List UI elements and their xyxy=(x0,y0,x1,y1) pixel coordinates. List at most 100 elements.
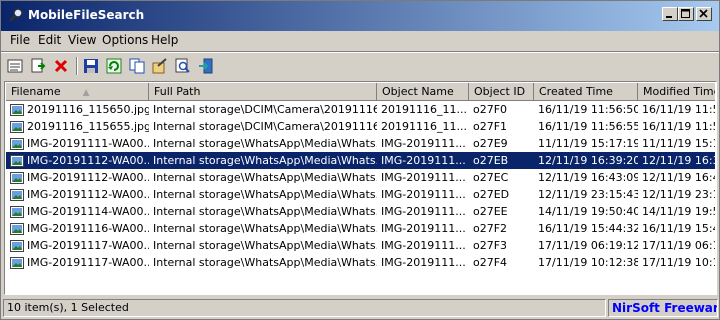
status-brand-link[interactable]: NirSoft Freeware xyxy=(608,299,718,317)
menu-help[interactable]: Help xyxy=(151,33,178,47)
column-header-filename[interactable]: Filename ▲ xyxy=(6,83,149,101)
cell-created: 11/11/19 15:17:19 xyxy=(538,137,638,150)
cell-modified: 16/11/19 11:56 xyxy=(642,120,715,133)
save-button[interactable] xyxy=(81,56,101,76)
cell-path: Internal storage\WhatsApp\Media\Whats... xyxy=(153,256,377,269)
options-icon xyxy=(152,58,167,74)
cell-filename: IMG-20191116-WA00... xyxy=(6,220,149,237)
cell-object-name: IMG-2019111... xyxy=(377,152,469,169)
column-header-object-id[interactable]: Object ID xyxy=(469,83,534,101)
cell-object-name: IMG-2019111... xyxy=(381,239,466,252)
table-row[interactable]: IMG-20191114-WA00... Internal storage\Wha… xyxy=(6,203,715,220)
image-file-icon xyxy=(10,240,24,252)
cell-created: 16/11/19 15:44:32 xyxy=(538,222,638,235)
table-row[interactable]: IMG-20191116-WA00... Internal storage\Wha… xyxy=(6,220,715,237)
export-icon xyxy=(31,58,46,73)
cell-created: 12/11/19 23:15:43 xyxy=(538,188,638,201)
image-file-icon xyxy=(10,155,24,167)
cell-modified: 16/11/19 11:56 xyxy=(642,103,715,116)
app-magnifier-icon xyxy=(8,7,24,23)
status-item-count: 10 item(s), 1 Selected xyxy=(3,299,606,317)
cell-path: Internal storage\WhatsApp\Media\Whats... xyxy=(153,171,377,184)
image-file-icon xyxy=(10,172,24,184)
properties-icon xyxy=(7,59,23,73)
title-bar[interactable]: MobileFileSearch xyxy=(1,1,719,31)
table-row[interactable]: IMG-20191112-WA00... Internal storage\Wha… xyxy=(6,152,715,169)
cell-filename: IMG-20191111-WA00... xyxy=(6,135,149,152)
cell-filename: 20191116_115655.jpg xyxy=(6,118,149,135)
cell-filename: IMG-20191112-WA00... xyxy=(6,186,149,203)
cell-object-id: o27ED xyxy=(473,188,510,201)
copy-icon xyxy=(129,58,145,74)
app-window: MobileFileSearch File Edit View Options … xyxy=(0,0,720,320)
save-icon xyxy=(84,59,98,73)
cell-created: 17/11/19 06:19:12 xyxy=(538,239,638,252)
file-list[interactable]: Filename ▲ Full Path Object Name Object I… xyxy=(4,81,717,295)
cell-object-name: IMG-2019111... xyxy=(381,205,466,218)
cell-object-id: o27F0 xyxy=(473,103,508,116)
cell-path: Internal storage\WhatsApp\Media\Whats... xyxy=(153,188,377,201)
list-header: Filename ▲ Full Path Object Name Object I… xyxy=(6,83,715,101)
cell-object-name: 20191116_11... xyxy=(381,120,467,133)
table-row[interactable]: 20191116_115650.jpg Internal storage\DCIM… xyxy=(6,101,715,118)
menu-file[interactable]: File xyxy=(10,33,30,47)
cell-modified: 17/11/19 06:19 xyxy=(642,239,715,252)
cell-object-name: IMG-2019111... xyxy=(381,188,466,201)
delete-button[interactable] xyxy=(51,56,71,76)
sort-ascending-icon: ▲ xyxy=(82,88,90,98)
cell-object-id: o27F2 xyxy=(473,222,508,235)
cell-object-name: IMG-2019111... xyxy=(381,222,466,235)
minimize-button[interactable] xyxy=(662,7,678,21)
copy-button[interactable] xyxy=(127,56,147,76)
cell-object-id: o27EE xyxy=(473,205,508,218)
close-button[interactable] xyxy=(696,7,712,21)
exit-button[interactable] xyxy=(196,56,216,76)
find-icon xyxy=(175,58,190,73)
table-row[interactable]: 20191116_115655.jpg Internal storage\DCIM… xyxy=(6,118,715,135)
toolbar xyxy=(1,53,719,79)
table-row[interactable]: IMG-20191112-WA00... Internal storage\Wha… xyxy=(6,169,715,186)
status-bar: 10 item(s), 1 Selected NirSoft Freeware xyxy=(1,297,719,319)
cell-modified: 11/11/19 15:17 xyxy=(642,137,715,150)
table-row[interactable]: IMG-20191117-WA00... Internal storage\Wha… xyxy=(6,254,715,271)
cell-modified: 14/11/19 19:50 xyxy=(642,205,715,218)
cell-modified: 12/11/19 23:15 xyxy=(642,188,715,201)
options-button[interactable] xyxy=(150,56,170,76)
cell-modified: 17/11/19 10:12 xyxy=(642,256,715,269)
delete-icon xyxy=(54,59,68,73)
properties-button[interactable] xyxy=(5,56,25,76)
cell-created: 16/11/19 11:56:50 xyxy=(538,103,638,116)
minimize-icon xyxy=(666,16,672,18)
find-button[interactable] xyxy=(173,56,193,76)
cell-filename: IMG-20191117-WA00... xyxy=(6,237,149,254)
maximize-icon xyxy=(681,9,690,18)
menu-options[interactable]: Options xyxy=(102,33,148,47)
table-row[interactable]: IMG-20191111-WA00... Internal storage\Wha… xyxy=(6,135,715,152)
table-row[interactable]: IMG-20191117-WA00... Internal storage\Wha… xyxy=(6,237,715,254)
export-button[interactable] xyxy=(28,56,48,76)
image-file-icon xyxy=(10,121,24,133)
cell-created: 17/11/19 10:12:38 xyxy=(538,256,638,269)
image-file-icon xyxy=(10,223,24,235)
table-row[interactable]: IMG-20191112-WA00... Internal storage\Wha… xyxy=(6,186,715,203)
cell-path: Internal storage\WhatsApp\Media\Whats... xyxy=(153,239,377,252)
cell-path: Internal storage\DCIM\Camera\20191116... xyxy=(153,103,377,116)
menu-view[interactable]: View xyxy=(68,33,96,47)
menu-bar: File Edit View Options Help xyxy=(1,31,719,50)
cell-object-id: o27EC xyxy=(473,171,509,184)
cell-object-name: IMG-2019111... xyxy=(381,256,466,269)
cell-modified: 12/11/19 16:42 xyxy=(642,171,715,184)
toolbar-separator xyxy=(76,57,78,75)
maximize-button[interactable] xyxy=(678,7,694,21)
refresh-button[interactable] xyxy=(104,56,124,76)
cell-object-name: IMG-2019111... xyxy=(381,137,466,150)
menu-edit[interactable]: Edit xyxy=(38,33,61,47)
close-icon xyxy=(699,9,708,18)
cell-object-name: IMG-2019111... xyxy=(381,171,466,184)
cell-filename: IMG-20191112-WA00... xyxy=(6,152,149,169)
column-header-object-name[interactable]: Object Name xyxy=(377,83,469,101)
column-header-modified-time[interactable]: Modified Time xyxy=(638,83,715,101)
column-header-full-path[interactable]: Full Path xyxy=(149,83,377,101)
column-header-created-time[interactable]: Created Time xyxy=(534,83,638,101)
cell-filename: IMG-20191117-WA00... xyxy=(6,254,149,271)
